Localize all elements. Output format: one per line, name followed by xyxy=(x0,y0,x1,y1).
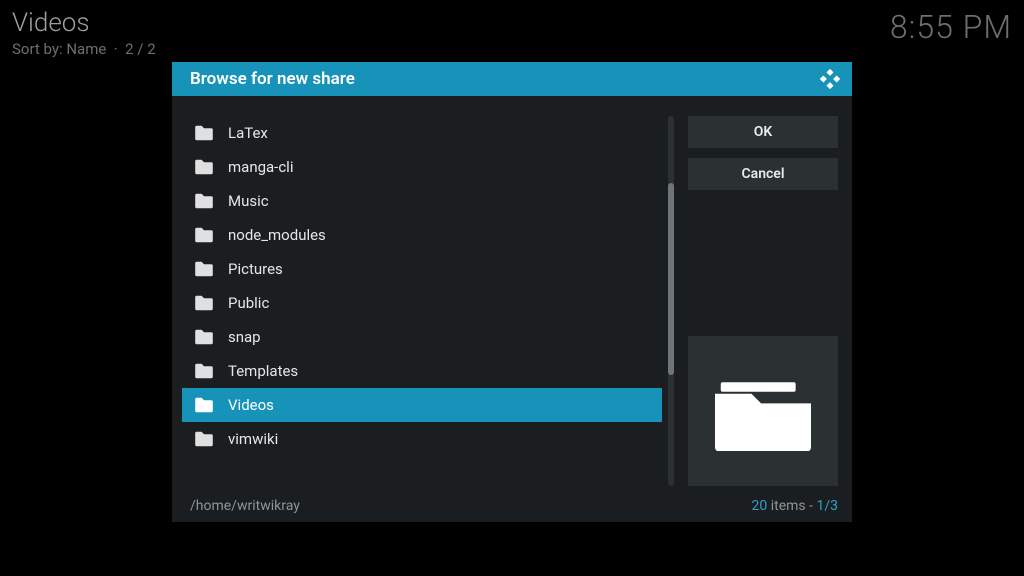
background-header: Videos Sort by: Name · 2 / 2 8:55 PM xyxy=(12,8,1012,58)
ok-button[interactable]: OK xyxy=(688,116,838,148)
folder-icon xyxy=(194,261,214,277)
list-item[interactable]: Public xyxy=(182,286,662,320)
dialog-body: LaTex manga-cli Music node_modules Pictures P… xyxy=(172,96,852,492)
folder-name: snap xyxy=(228,328,261,346)
items-word: items xyxy=(771,498,806,514)
page-indicator: 2 / 2 xyxy=(125,40,156,58)
dash: - xyxy=(806,498,817,514)
list-item[interactable]: Pictures xyxy=(182,252,662,286)
folder-name: Videos xyxy=(228,396,274,414)
current-path: /home/writwikray xyxy=(190,498,300,514)
folder-name: Templates xyxy=(228,362,298,380)
file-list[interactable]: LaTex manga-cli Music node_modules Pictures P… xyxy=(182,116,662,486)
folder-icon xyxy=(194,397,214,413)
list-item[interactable]: vimwiki xyxy=(182,422,662,456)
list-item[interactable]: Music xyxy=(182,184,662,218)
folder-name: Pictures xyxy=(228,260,283,278)
folder-icon xyxy=(194,193,214,209)
cancel-button[interactable]: Cancel xyxy=(688,158,838,190)
sort-label: Sort by: Name xyxy=(12,40,106,58)
sort-and-page: Sort by: Name · 2 / 2 xyxy=(12,40,156,58)
browse-share-dialog: Browse for new share LaTex manga-cli Music… xyxy=(172,62,852,522)
folder-icon xyxy=(194,363,214,379)
separator: · xyxy=(110,40,125,58)
item-count: 20 items - 1/3 xyxy=(752,498,839,514)
scrollbar-thumb[interactable] xyxy=(668,183,674,375)
dialog-titlebar: Browse for new share xyxy=(172,62,852,96)
page-fraction: 1/3 xyxy=(816,498,838,514)
folder-name: node_modules xyxy=(228,226,326,244)
folder-icon xyxy=(194,227,214,243)
list-item[interactable]: LaTex xyxy=(182,116,662,150)
dialog-statusbar: /home/writwikray 20 items - 1/3 xyxy=(172,492,852,522)
clock: 8:55 PM xyxy=(890,8,1012,46)
folder-name: Public xyxy=(228,294,269,312)
folder-preview xyxy=(688,336,838,486)
folder-name: LaTex xyxy=(228,124,268,142)
list-item[interactable]: node_modules xyxy=(182,218,662,252)
folder-icon xyxy=(194,295,214,311)
list-item[interactable]: Videos xyxy=(182,388,662,422)
folder-icon xyxy=(194,125,214,141)
folder-name: Music xyxy=(228,192,269,210)
file-pane: LaTex manga-cli Music node_modules Pictures P… xyxy=(182,116,674,486)
dialog-side-pane: OK Cancel xyxy=(688,116,838,486)
folder-icon xyxy=(194,431,214,447)
kodi-logo-icon xyxy=(820,69,840,89)
folder-name: vimwiki xyxy=(228,430,278,448)
folder-large-icon xyxy=(715,371,811,451)
scrollbar[interactable] xyxy=(668,116,674,486)
item-count-number: 20 xyxy=(752,498,768,514)
folder-icon xyxy=(194,329,214,345)
dialog-title: Browse for new share xyxy=(190,69,355,89)
page-title: Videos xyxy=(12,8,156,38)
list-item[interactable]: manga-cli xyxy=(182,150,662,184)
folder-icon xyxy=(194,159,214,175)
folder-name: manga-cli xyxy=(228,158,293,176)
list-item[interactable]: snap xyxy=(182,320,662,354)
list-item[interactable]: Templates xyxy=(182,354,662,388)
